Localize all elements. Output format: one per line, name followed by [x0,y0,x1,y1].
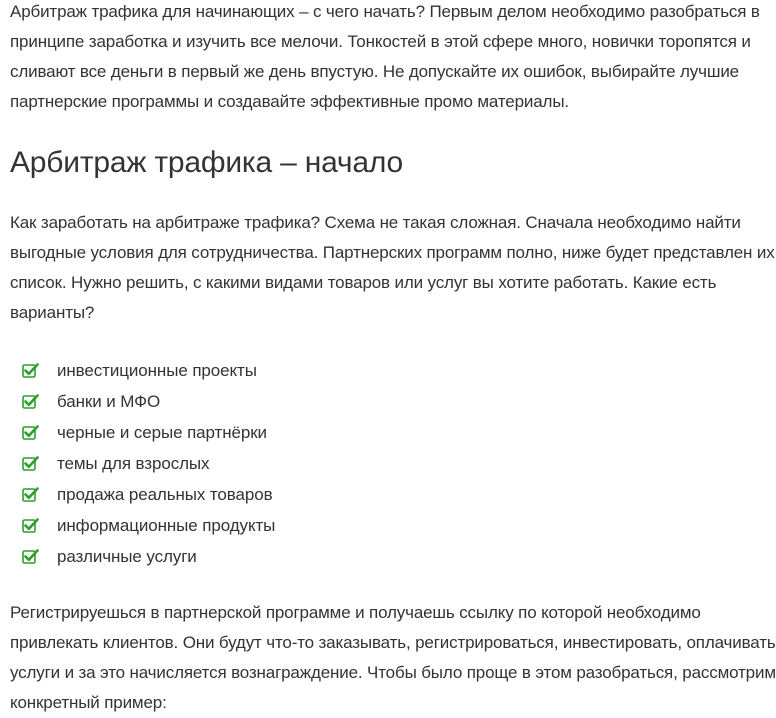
checklist-item: продажа реальных товаров [22,479,275,510]
checklist-item: темы для взрослых [22,448,275,479]
checklist-item-label: банки и МФО [57,392,161,411]
section-heading: Арбитраж трафика – начало [10,146,403,179]
checklist-item-label: инвестиционные проекты [57,361,257,380]
checklist-item-label: черные и серые партнёрки [57,423,267,442]
checklist-item: банки и МФО [22,386,275,417]
checklist-item-label: информационные продукты [57,516,276,535]
check-square-icon [22,487,39,502]
checklist-item: информационные продукты [22,510,275,541]
checklist-item-label: продажа реальных товаров [57,485,273,504]
intro-paragraph: Арбитраж трафика для начинающих – с чего… [10,2,760,111]
checklist-item-label: темы для взрослых [57,454,210,473]
check-square-icon [22,549,39,564]
check-square-icon [22,363,39,378]
how-to-paragraph: Как заработать на арбитраже трафика? Схе… [10,213,775,322]
check-square-icon [22,394,39,409]
check-square-icon [22,456,39,471]
checklist-item-label: различные услуги [57,547,197,566]
checklist-item: различные услуги [22,541,275,572]
checklist-item: черные и серые партнёрки [22,417,275,448]
checklist-item: инвестиционные проекты [22,355,275,386]
variants-checklist: инвестиционные проекты банки и МФО черны… [22,355,275,572]
check-square-icon [22,518,39,533]
register-paragraph: Регистрируешься в партнерской программе … [10,603,776,712]
check-square-icon [22,425,39,440]
